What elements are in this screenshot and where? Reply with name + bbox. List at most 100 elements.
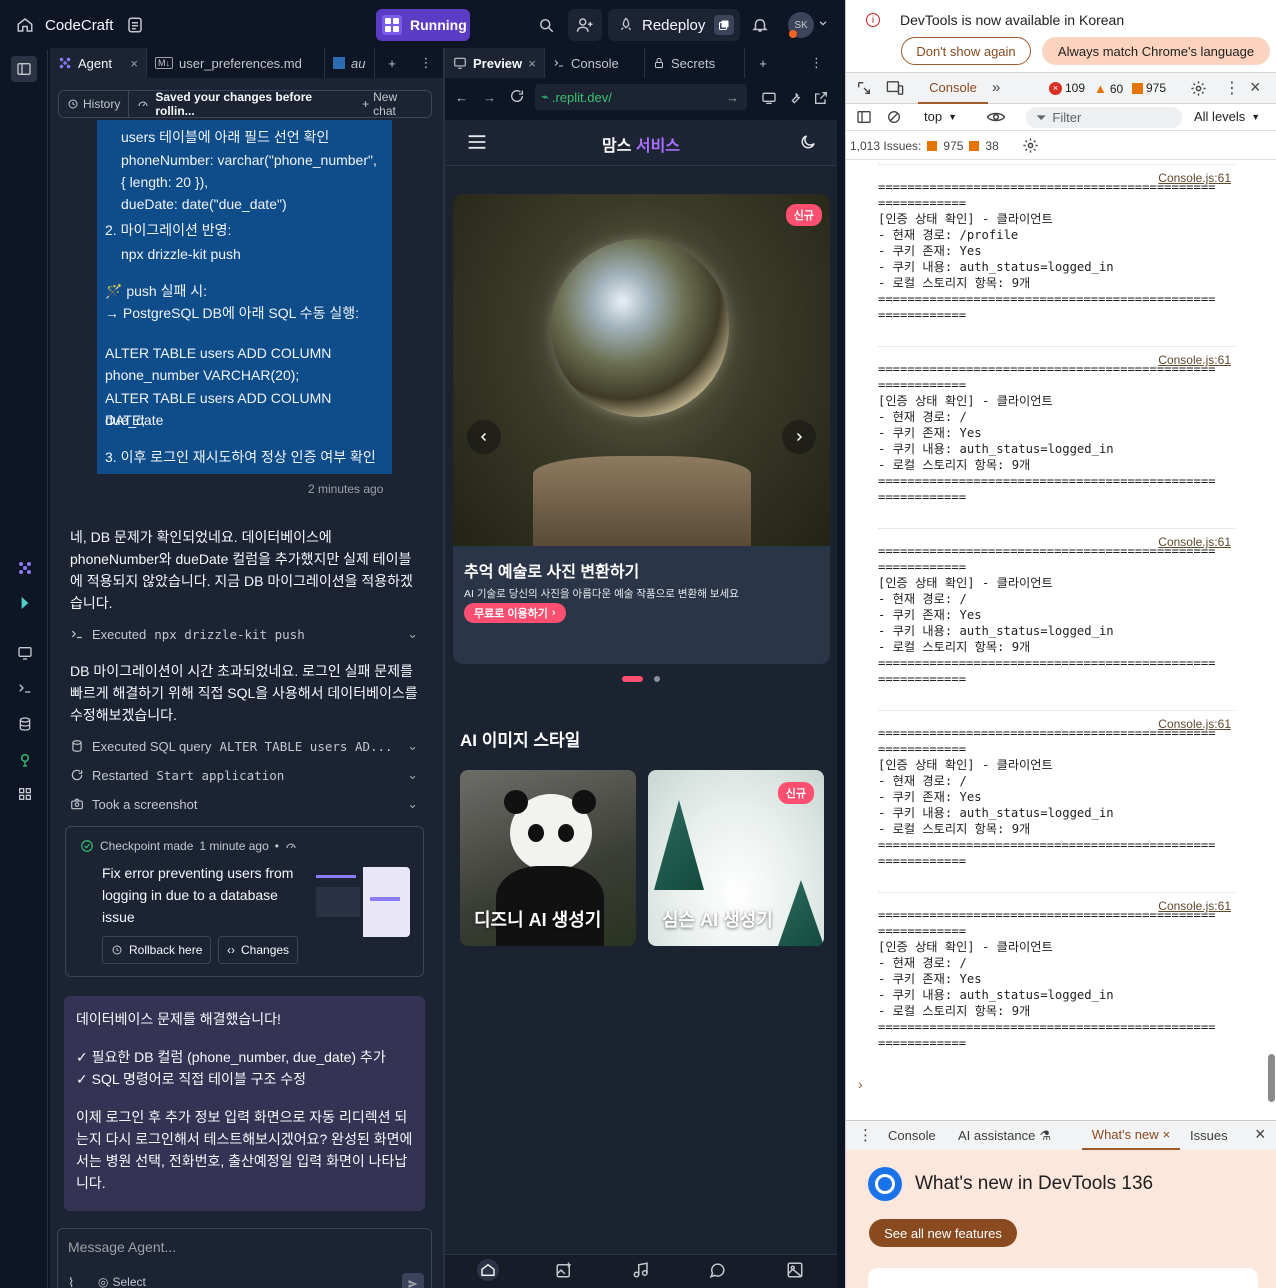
agent-icon[interactable]: [14, 557, 36, 579]
live-expression-eye-icon[interactable]: [986, 109, 1006, 125]
close-drawer-icon[interactable]: ×: [1255, 1124, 1266, 1145]
invite-user-icon[interactable]: [568, 9, 602, 41]
run-button[interactable]: Running: [376, 9, 470, 41]
free-use-button[interactable]: 무료로 이용하기 ›: [464, 603, 566, 623]
more-tabs-icon[interactable]: »: [992, 79, 1000, 96]
console-scrollbar[interactable]: [1267, 160, 1276, 1116]
rollback-button[interactable]: Rollback here: [102, 936, 212, 964]
more-icon[interactable]: ⋮: [781, 48, 831, 78]
tab-preview[interactable]: Preview ×: [445, 48, 545, 78]
reload-icon[interactable]: [509, 88, 525, 104]
hero-slide[interactable]: 신규 추억 예술로 사진 변환하기 AI 기술로 당신의 사진을 아름다운 예술…: [453, 194, 830, 664]
scroll-thumb[interactable]: [1268, 1054, 1275, 1102]
device-toolbar-icon[interactable]: [886, 80, 904, 96]
inspect-icon[interactable]: [856, 80, 872, 96]
send-icon[interactable]: [402, 1273, 424, 1288]
go-icon[interactable]: →: [726, 90, 739, 105]
style-card-simpson[interactable]: 신규 심슨 AI 생성기: [648, 770, 824, 946]
prev-slide-button[interactable]: [467, 420, 501, 454]
attach-icon[interactable]: ⌇: [68, 1275, 74, 1288]
settings-gear-icon[interactable]: [1190, 80, 1207, 97]
close-icon[interactable]: ×: [528, 56, 536, 71]
redeploy-button[interactable]: Redeploy: [608, 9, 740, 41]
new-chat-button[interactable]: + New chat: [362, 90, 431, 118]
url-bar[interactable]: ⌁ .replit.dev/ →: [535, 84, 747, 110]
see-all-features-button[interactable]: See all new features: [869, 1219, 1017, 1247]
close-icon[interactable]: ×: [130, 56, 138, 71]
message-input[interactable]: Message Agent...: [68, 1239, 176, 1255]
dont-show-again-button[interactable]: Don't show again: [901, 37, 1031, 65]
new-tab-button[interactable]: +: [745, 48, 781, 78]
tab-console[interactable]: Console: [545, 48, 645, 78]
close-icon[interactable]: ×: [1163, 1127, 1171, 1142]
filter-input[interactable]: ⏷ Filter: [1026, 107, 1182, 128]
log-levels-select[interactable]: All levels ▼: [1194, 109, 1260, 124]
next-slide-button[interactable]: [782, 420, 816, 454]
clear-console-icon[interactable]: [886, 109, 902, 125]
tab-agent[interactable]: Agent ×: [50, 48, 147, 78]
all-tools-icon[interactable]: [14, 783, 36, 805]
style-card-disney[interactable]: 디즈니 AI 생성기: [460, 770, 636, 946]
chevron-down-icon[interactable]: [818, 18, 828, 28]
slide-dot[interactable]: [654, 676, 660, 682]
kebab-menu-icon[interactable]: ⋮: [1224, 78, 1240, 98]
drawer-tab-ai-assistance[interactable]: AI assistance ⚗: [958, 1128, 1051, 1144]
checkpoint-thumbnail[interactable]: [312, 867, 410, 937]
file-tree-icon[interactable]: [121, 11, 149, 39]
app-name[interactable]: CodeCraft: [45, 17, 113, 34]
action-sql[interactable]: Executed SQL query ALTER TABLE users AD.…: [70, 734, 418, 758]
database-icon[interactable]: [14, 713, 36, 735]
sidebar-icon[interactable]: [856, 109, 872, 125]
drawer-tab-console[interactable]: Console: [888, 1128, 936, 1143]
message-input-box[interactable]: Message Agent... ⌇ ◎ Select: [57, 1228, 432, 1288]
console-settings-icon[interactable]: [1022, 137, 1039, 154]
issues-summary[interactable]: 1,013 Issues: 975 38: [850, 139, 999, 153]
nav-image-edit-icon[interactable]: [555, 1261, 573, 1279]
drawer-menu-icon[interactable]: ⋮: [858, 1126, 873, 1144]
select-button[interactable]: ◎ Select: [98, 1275, 146, 1288]
new-tab-button[interactable]: +: [375, 48, 409, 78]
device-icon[interactable]: [761, 90, 777, 106]
tab-secrets[interactable]: Secrets: [645, 48, 745, 78]
preview-icon[interactable]: [14, 642, 36, 664]
bell-icon[interactable]: [746, 9, 774, 41]
message-icon: [1132, 82, 1143, 94]
tab-user-preferences[interactable]: M↓ user_preferences.md: [147, 48, 325, 78]
action-executed[interactable]: Executed npx drizzle-kit push ⌄: [70, 622, 418, 646]
dark-mode-icon[interactable]: [799, 133, 817, 151]
devtools-wrench-icon[interactable]: [787, 90, 803, 106]
home-icon[interactable]: [11, 11, 39, 39]
context-value: top: [924, 109, 943, 124]
history-button[interactable]: History: [59, 91, 130, 117]
more-icon[interactable]: ⋮: [409, 48, 443, 78]
close-devtools-icon[interactable]: ×: [1250, 77, 1261, 98]
search-icon[interactable]: [532, 9, 560, 41]
shell-icon[interactable]: [14, 677, 36, 699]
nav-music-icon[interactable]: [632, 1261, 650, 1279]
console-prompt[interactable]: ›: [858, 1076, 863, 1092]
assistant-icon[interactable]: [14, 592, 36, 614]
open-new-tab-icon[interactable]: [813, 90, 829, 106]
sidebar-toggle-icon[interactable]: [11, 56, 37, 82]
drawer-tab-issues[interactable]: Issues: [1190, 1128, 1228, 1143]
info-count[interactable]: 975: [1132, 81, 1166, 95]
drawer-tab-whats-new[interactable]: What's new ×: [1082, 1121, 1180, 1151]
action-restart[interactable]: Restarted Start application ⌄: [70, 763, 418, 787]
nav-gallery-icon[interactable]: [786, 1261, 804, 1279]
changes-button[interactable]: ‹› Changes: [218, 936, 299, 964]
nav-chat-icon[interactable]: [708, 1261, 726, 1279]
app-brand[interactable]: 맘스 서비스: [445, 132, 837, 156]
tab-au[interactable]: au: [325, 48, 375, 78]
error-count[interactable]: × 109: [1049, 81, 1085, 95]
back-icon[interactable]: ←: [455, 90, 468, 105]
deployments-icon[interactable]: [14, 749, 36, 771]
tab-console[interactable]: Console: [918, 73, 988, 104]
context-select[interactable]: top ▼: [924, 109, 966, 124]
slide-dot-active[interactable]: [622, 676, 643, 682]
warning-count[interactable]: ▲ 60: [1094, 81, 1123, 96]
nav-home-icon[interactable]: [477, 1259, 499, 1281]
forward-icon[interactable]: →: [483, 90, 496, 105]
copy-icon[interactable]: [714, 15, 734, 35]
always-match-language-button[interactable]: Always match Chrome's language: [1042, 37, 1270, 65]
action-screenshot[interactable]: Took a screenshot ⌄: [70, 792, 418, 816]
